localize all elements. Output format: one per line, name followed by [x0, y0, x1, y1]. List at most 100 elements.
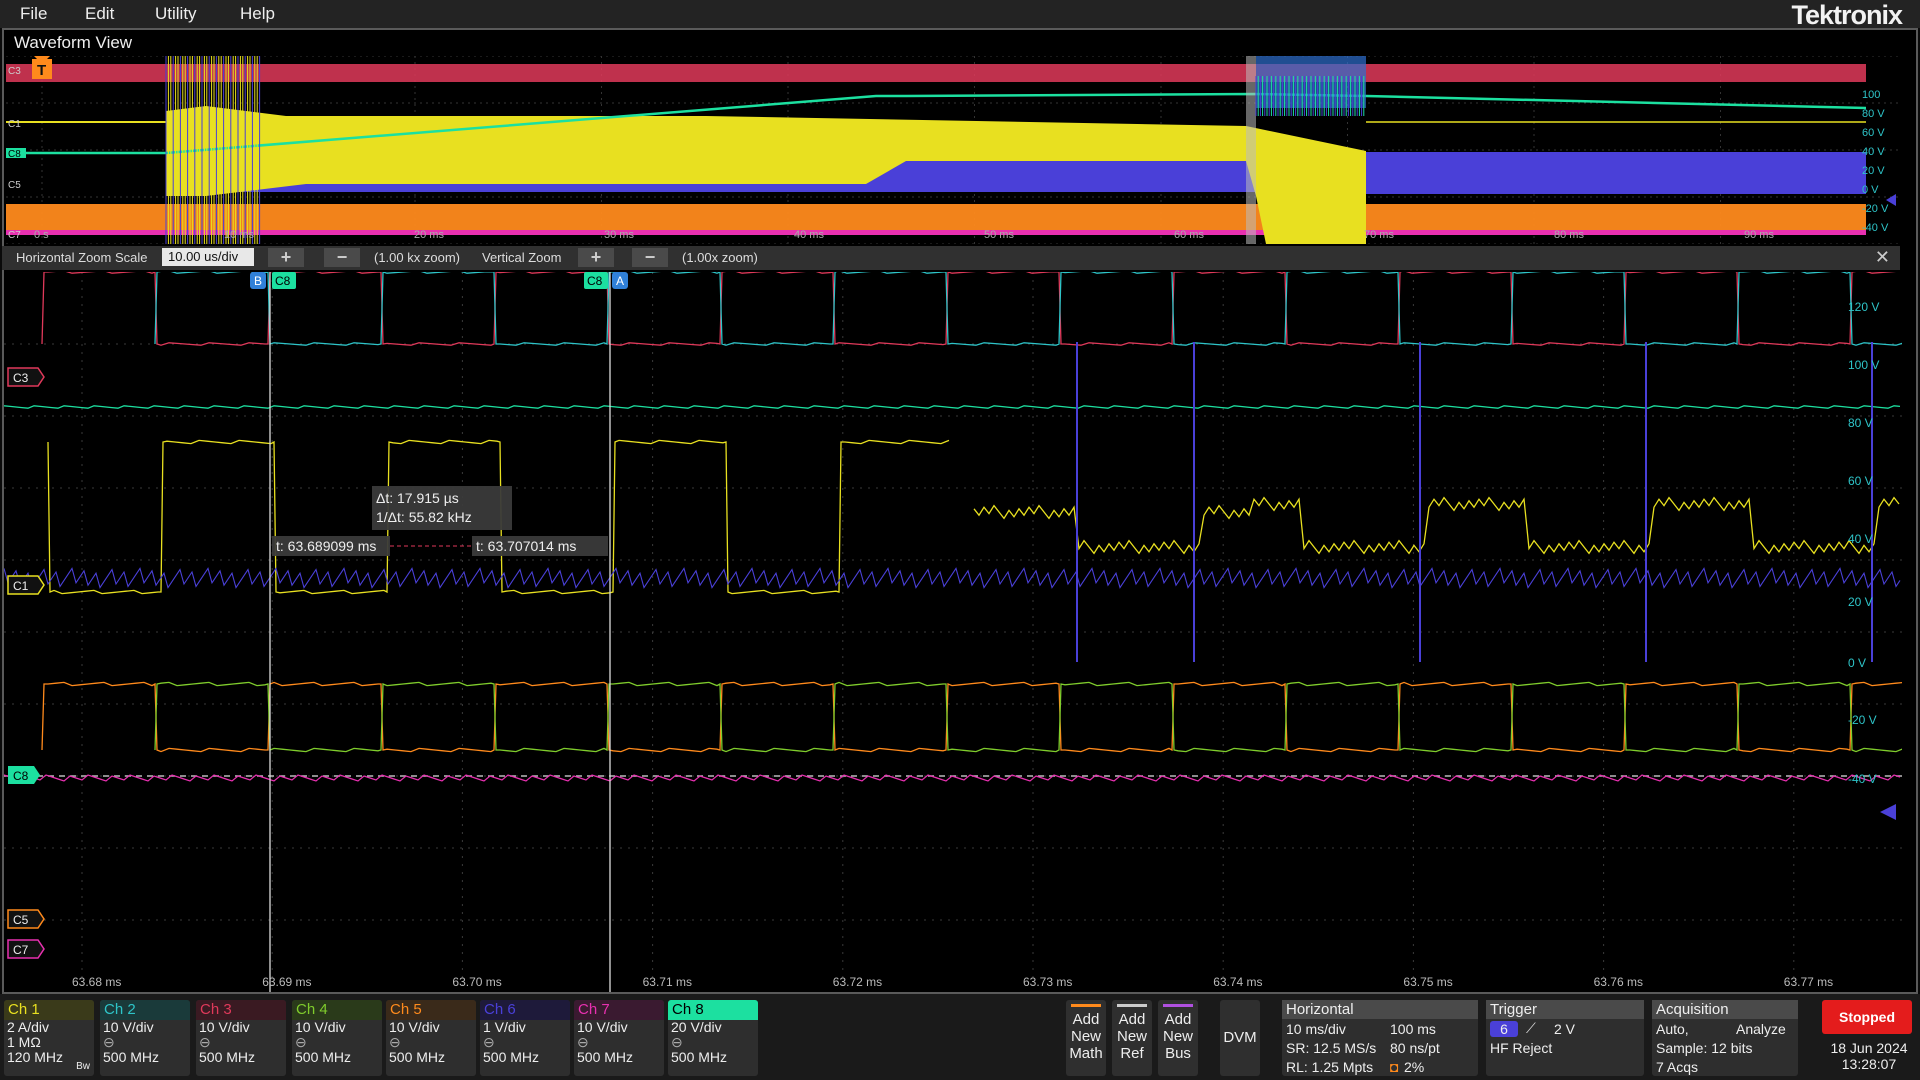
main-traces: [4, 272, 1902, 782]
main-volt-label: 20 V: [1848, 595, 1873, 609]
overview-time-label: 90 ms: [1744, 229, 1774, 241]
channel-l3: 500 MHz: [295, 1049, 352, 1065]
add-new-ref-button[interactable]: Add New Ref: [1112, 1000, 1152, 1076]
channel-badge-1[interactable]: Ch 12 A/div 1 MΩ 120 MHz Bw: [4, 1000, 94, 1076]
channel-l1: 2 A/div: [7, 1019, 50, 1035]
date-time: 18 Jun 2024 13:28:07: [1826, 1040, 1912, 1072]
close-zoom-icon[interactable]: ✕: [1875, 247, 1890, 268]
menu-utility[interactable]: Utility: [155, 4, 197, 24]
channel-l1: 20 V/div: [671, 1019, 722, 1035]
rising-edge-icon: ⟋: [1526, 1020, 1536, 1036]
zoomed-waveform[interactable]: B C8 C8 A Δt: 17.915 µs 1/Δt: 55.82 kHz …: [4, 272, 1902, 992]
main-time-label: 63.70 ms: [452, 975, 501, 989]
channel-badge-2[interactable]: Ch 2 10 V/div ⊖ 500 MHz: [100, 1000, 190, 1076]
channel-badge-4[interactable]: Ch 4 10 V/div ⊖ 500 MHz: [292, 1000, 382, 1076]
main-time-label: 63.69 ms: [262, 975, 311, 989]
channel-name: Ch 2: [100, 1000, 190, 1020]
channel-name: Ch 5: [386, 1000, 476, 1020]
overview-volt-label: 80 V: [1862, 108, 1885, 120]
overview-trace-c6-band2: [1366, 152, 1866, 194]
main-volt-label: 120 V: [1848, 300, 1879, 314]
overview-tag-c1: C1: [8, 119, 21, 130]
main-time-label: 63.77 ms: [1784, 975, 1833, 989]
acquisition-sample: Sample: 12 bits: [1656, 1040, 1753, 1056]
vertical-zoom-in-button[interactable]: +: [578, 248, 614, 267]
acquisition-analyze: Analyze: [1736, 1021, 1786, 1037]
channel-badge-7[interactable]: Ch 7 10 V/div ⊖ 500 MHz: [574, 1000, 664, 1076]
channel-badge-8[interactable]: Ch 8 20 V/div ⊖ 500 MHz: [668, 1000, 758, 1076]
channel-l1: 1 V/div: [483, 1019, 526, 1035]
overview-time-label: 20 ms: [414, 229, 444, 241]
main-volt-label: 80 V: [1848, 416, 1873, 430]
overview-tag-c3: C3: [8, 66, 21, 77]
delta-t-readout: Δt: 17.915 µs: [376, 490, 459, 506]
channel-badge-5[interactable]: Ch 5 10 V/div ⊖ 500 MHz: [386, 1000, 476, 1076]
overview-time-label: 10 ms: [224, 229, 254, 241]
cursor-b-source: C8: [275, 274, 291, 288]
overview-waveform[interactable]: C3 C1 C8 C5 C7 T 0 s 10 ms 20 ms 30 ms 40 ms…: [6, 56, 1900, 244]
main-trace-c2: [154, 272, 1902, 346]
overview-tag-c5: C5: [8, 180, 21, 191]
trigger-t-icon: T: [37, 62, 46, 79]
cursor-a-source: C8: [587, 274, 603, 288]
vertical-zoom-factor: (1.00x zoom): [682, 250, 758, 265]
add-new-bus-button[interactable]: Add New Bus: [1158, 1000, 1198, 1076]
main-time-label: 63.71 ms: [643, 975, 692, 989]
main-trace-c5: [41, 681, 1902, 753]
trigger-source: 6: [1490, 1021, 1518, 1037]
run-stop-button[interactable]: Stopped: [1822, 1000, 1912, 1034]
overview-time-label: 0 s: [34, 229, 49, 241]
channel-name: Ch 3: [196, 1000, 286, 1020]
channel-l2: 1 MΩ: [7, 1034, 41, 1050]
overview-volt-label: 40 V: [1862, 146, 1885, 158]
main-trace-c6: [4, 567, 1901, 589]
horizontal-scale: 10 ms/div: [1286, 1021, 1346, 1037]
main-channel-tags: C3 C1 C8 C5 C7: [7, 367, 45, 959]
horizontal-panel[interactable]: Horizontal 10 ms/div 100 ms SR: 12.5 MS/…: [1282, 1000, 1478, 1076]
cursor-b-label: B: [254, 274, 262, 288]
channel-badge-3[interactable]: Ch 3 10 V/div ⊖ 500 MHz: [196, 1000, 286, 1076]
channel-l3: 500 MHz: [199, 1049, 256, 1065]
horizontal-zoom-in-button[interactable]: +: [268, 248, 304, 267]
channel-name: Ch 1: [4, 1000, 94, 1020]
overview-time-label: 50 ms: [984, 229, 1014, 241]
main-level-arrow: [1880, 804, 1896, 820]
probe-icon: ⊖: [103, 1034, 115, 1050]
main-trace-c3: [41, 272, 1897, 346]
horizontal-zoom-factor: (1.00 kx zoom): [374, 250, 460, 265]
overview-time-label: 60 ms: [1174, 229, 1204, 241]
vertical-zoom-out-button[interactable]: −: [632, 248, 668, 267]
add-new-math-button[interactable]: Add New Math: [1066, 1000, 1106, 1076]
channel-l3: 500 MHz: [483, 1049, 540, 1065]
trigger-level: 2 V: [1554, 1021, 1576, 1037]
cursor-b-marker[interactable]: B C8: [250, 272, 296, 289]
probe-icon: ⊖: [199, 1034, 211, 1050]
trigger-panel[interactable]: Trigger 6 ⟋ 2 V HF Reject: [1486, 1000, 1644, 1076]
main-volt-label: 0 V: [1848, 656, 1866, 670]
probe-icon: ⊖: [671, 1034, 683, 1050]
horizontal-zoom-scale-field[interactable]: 10.00 us/div: [162, 248, 254, 266]
menu-edit[interactable]: Edit: [85, 4, 114, 24]
cursor-a-label: A: [616, 274, 624, 288]
record-length: RL: 1.25 Mpts: [1286, 1059, 1374, 1075]
main-volt-label: 40 V: [1848, 532, 1873, 546]
dvm-button[interactable]: DVM: [1220, 1000, 1260, 1076]
menu-file[interactable]: File: [20, 4, 47, 24]
channel-name: Ch 4: [292, 1000, 382, 1020]
channel-name: Ch 8: [668, 1000, 758, 1020]
channel-l1: 10 V/div: [577, 1019, 628, 1035]
overview-trace-c1-tail: [1246, 126, 1366, 244]
horizontal-position: 2%: [1404, 1059, 1425, 1075]
main-tag-c3: C3: [13, 371, 29, 385]
horizontal-zoom-out-button[interactable]: −: [324, 248, 360, 267]
cursor-a-marker[interactable]: C8 A: [584, 272, 628, 289]
main-volt-label: -40 V: [1848, 772, 1877, 786]
main-time-label: 63.76 ms: [1594, 975, 1643, 989]
zoom-bar: Horizontal Zoom Scale 10.00 us/div + − (…: [2, 246, 1900, 270]
channel-badge-6[interactable]: Ch 61 V/div ⊖ 500 MHz: [480, 1000, 570, 1076]
menu-help[interactable]: Help: [240, 4, 275, 24]
overview-tag-c7: C7: [8, 230, 21, 241]
acquisition-panel[interactable]: Acquisition Auto, Analyze Sample: 12 bit…: [1652, 1000, 1798, 1076]
acquisition-title: Acquisition: [1652, 1000, 1798, 1019]
main-grid: [4, 272, 1902, 992]
